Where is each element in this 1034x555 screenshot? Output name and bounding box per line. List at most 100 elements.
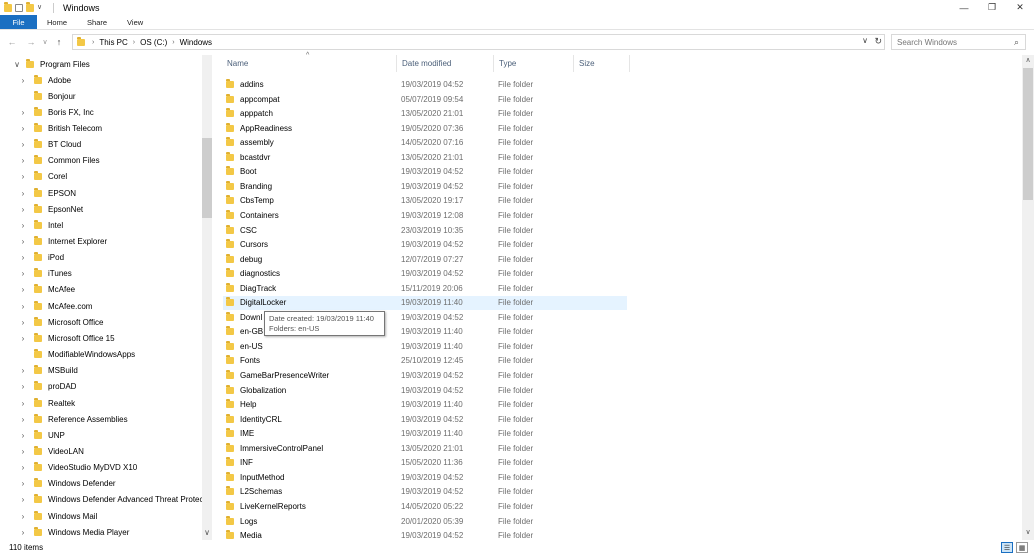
file-name-cell[interactable]: debug [226, 252, 262, 266]
chevron-down-icon[interactable]: ∨ [12, 60, 22, 69]
chevron-right-icon[interactable]: › [18, 399, 28, 408]
tree-item[interactable]: › Microsoft Office 15 [18, 330, 115, 346]
tree-item[interactable]: › Reference Assemblies [18, 411, 128, 427]
chevron-right-icon[interactable]: › [18, 366, 28, 375]
chevron-right-icon[interactable]: › [18, 108, 28, 117]
forward-button[interactable]: → [24, 37, 38, 47]
tree-item[interactable]: › Adobe [18, 72, 71, 88]
tree-item[interactable]: › Windows Defender Advanced Threat Protec [18, 492, 204, 508]
column-header-type[interactable]: Type [494, 55, 574, 72]
chevron-right-icon[interactable]: › [18, 334, 28, 343]
tree-item[interactable]: › EPSON [18, 185, 76, 201]
column-header-date-modified[interactable]: Date modified [397, 55, 494, 72]
table-row[interactable]: InputMethod 19/03/2019 04:52 File folder [223, 470, 627, 484]
chevron-right-icon[interactable]: › [18, 415, 28, 424]
tree-item[interactable]: › McAfee.com [18, 298, 92, 314]
table-row[interactable]: INF 15/05/2020 11:36 File folder [223, 456, 627, 470]
table-row[interactable]: Boot 19/03/2019 04:52 File folder [223, 165, 627, 179]
file-name-cell[interactable]: Logs [226, 514, 257, 528]
file-name-cell[interactable]: INF [226, 456, 253, 470]
breadcrumb-separator[interactable]: › [172, 39, 174, 46]
tree-item[interactable]: › Windows Mail [18, 508, 97, 524]
table-row[interactable]: LiveKernelReports 14/05/2020 05:22 File fo… [223, 499, 627, 513]
breadcrumb-this-pc[interactable]: This PC [99, 38, 127, 47]
file-name-cell[interactable]: Boot [226, 165, 256, 179]
table-row[interactable]: DiagTrack 15/11/2019 20:06 File folder [223, 281, 627, 295]
file-name-cell[interactable]: assembly [226, 136, 274, 150]
file-name-cell[interactable]: appcompat [226, 92, 280, 106]
chevron-right-icon[interactable]: › [18, 495, 28, 504]
scroll-down-icon[interactable]: ∨ [1022, 528, 1034, 536]
nav-pane-scroll-down-icon[interactable]: ∨ [202, 528, 212, 537]
tree-item[interactable]: › Windows Defender [18, 476, 116, 492]
file-name-cell[interactable]: LiveKernelReports [226, 499, 306, 513]
tree-item[interactable]: › Realtek [18, 395, 75, 411]
chevron-right-icon[interactable]: › [18, 447, 28, 456]
large-icons-view-icon[interactable]: ▦ [1016, 542, 1028, 553]
file-name-cell[interactable]: Help [226, 398, 256, 412]
table-row[interactable]: apppatch 13/05/2020 21:01 File folder [223, 107, 627, 121]
chevron-right-icon[interactable]: › [18, 205, 28, 214]
breadcrumb-separator[interactable]: › [133, 39, 135, 46]
chevron-right-icon[interactable]: › [18, 269, 28, 278]
file-name-cell[interactable]: Downl [226, 310, 262, 324]
file-name-cell[interactable]: en-GB [226, 325, 263, 339]
table-row[interactable]: Cursors 19/03/2019 04:52 File folder [223, 238, 627, 252]
table-row[interactable]: ImmersiveControlPanel 13/05/2020 21:01 Fil… [223, 441, 627, 455]
tree-item[interactable]: › BT Cloud [18, 137, 81, 153]
tab-view[interactable]: View [117, 15, 153, 29]
properties-icon[interactable] [15, 3, 23, 12]
table-row[interactable]: AppReadiness 19/05/2020 07:36 File folder [223, 121, 627, 135]
maximize-button[interactable]: ❐ [978, 0, 1006, 15]
table-row[interactable]: Branding 19/03/2019 04:52 File folder [223, 179, 627, 193]
table-row[interactable]: assembly 14/05/2020 07:16 File folder [223, 136, 627, 150]
file-name-cell[interactable]: bcastdvr [226, 150, 270, 164]
file-name-cell[interactable]: Fonts [226, 354, 260, 368]
tree-item[interactable]: › Internet Explorer [18, 234, 107, 250]
file-name-cell[interactable]: Branding [226, 179, 272, 193]
chevron-right-icon[interactable]: › [18, 479, 28, 488]
tree-item[interactable]: › VideoLAN [18, 443, 84, 459]
chevron-right-icon[interactable]: › [18, 140, 28, 149]
tab-home[interactable]: Home [37, 15, 77, 29]
table-row[interactable]: addins 19/03/2019 04:52 File folder [223, 78, 627, 92]
column-header-size[interactable]: Size [574, 55, 630, 72]
file-list-scrollbar-thumb[interactable] [1023, 68, 1033, 200]
file-name-cell[interactable]: en-US [226, 339, 263, 353]
table-row[interactable]: Logs 20/01/2020 05:39 File folder [223, 514, 627, 528]
table-row[interactable]: debug 12/07/2019 07:27 File folder [223, 252, 627, 266]
table-row[interactable]: appcompat 05/07/2019 09:54 File folder [223, 92, 627, 106]
chevron-right-icon[interactable]: › [18, 221, 28, 230]
file-name-cell[interactable]: DigitalLocker [226, 296, 286, 310]
table-row[interactable]: CbsTemp 13/05/2020 19:17 File folder [223, 194, 627, 208]
chevron-right-icon[interactable]: › [18, 463, 28, 472]
column-header-name[interactable]: Name [222, 55, 397, 72]
table-row[interactable]: Fonts 25/10/2019 12:45 File folder [223, 354, 627, 368]
table-row[interactable]: bcastdvr 13/05/2020 21:01 File folder [223, 150, 627, 164]
table-row[interactable]: diagnostics 19/03/2019 04:52 File folder [223, 267, 627, 281]
file-name-cell[interactable]: AppReadiness [226, 121, 292, 135]
nav-pane-scrollbar-thumb[interactable] [202, 138, 212, 218]
file-name-cell[interactable]: IME [226, 427, 254, 441]
search-box[interactable]: ⌕ [891, 34, 1026, 50]
details-view-icon[interactable]: ☰ [1001, 542, 1013, 553]
table-row[interactable]: L2Schemas 19/03/2019 04:52 File folder [223, 485, 627, 499]
tree-item[interactable]: › UNP [18, 427, 65, 443]
file-name-cell[interactable]: Containers [226, 208, 279, 222]
file-name-cell[interactable]: addins [226, 78, 264, 92]
refresh-icon[interactable]: ↻ [874, 36, 882, 47]
table-row[interactable]: DigitalLocker 19/03/2019 11:40 File folder [223, 295, 627, 310]
tree-item[interactable]: › iPod [18, 250, 64, 266]
search-icon[interactable]: ⌕ [1014, 37, 1019, 48]
new-folder-icon[interactable] [26, 1, 34, 12]
chevron-right-icon[interactable]: › [18, 189, 28, 198]
address-bar[interactable]: › This PC › OS (C:) › Windows ∨ ↻ [72, 34, 885, 50]
breadcrumb-windows[interactable]: Windows [180, 38, 212, 47]
tree-item[interactable]: › MSBuild [18, 363, 78, 379]
tree-item[interactable]: › Boris FX, Inc [18, 104, 94, 120]
file-name-cell[interactable]: CbsTemp [226, 194, 274, 208]
tree-item[interactable]: ModifiableWindowsApps [18, 347, 135, 363]
nav-pane-scrollbar[interactable] [202, 55, 212, 540]
file-name-cell[interactable]: IdentityCRL [226, 412, 282, 426]
tree-item[interactable]: › EpsonNet [18, 201, 83, 217]
